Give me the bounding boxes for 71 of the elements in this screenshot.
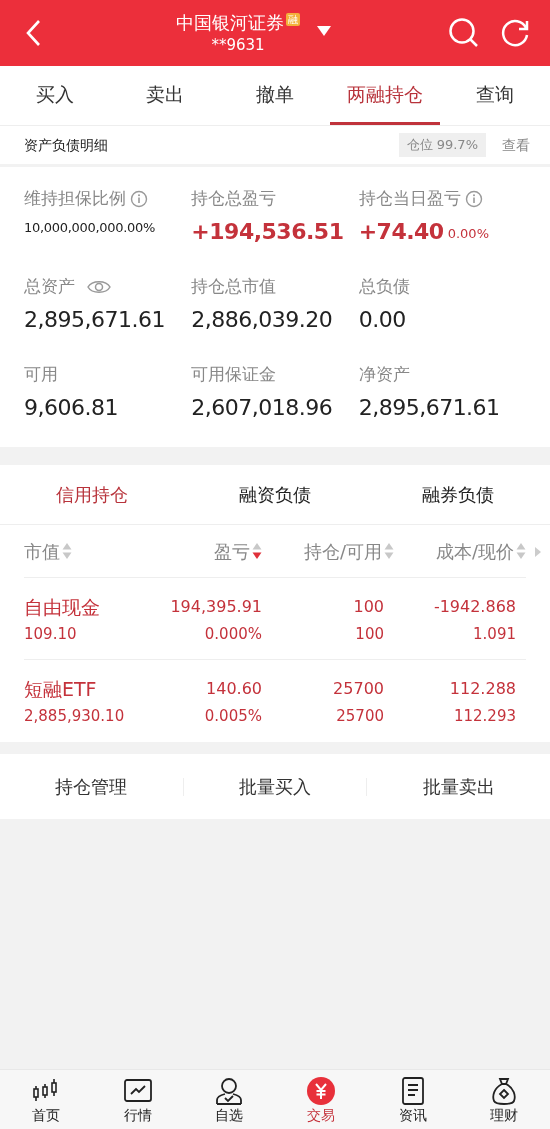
- nav-tab[interactable]: 自选: [183, 1070, 275, 1129]
- table-cell-text: 100: [355, 623, 384, 645]
- table-cell-text: 100: [353, 595, 384, 618]
- nav-tab[interactable]: 首页: [0, 1070, 92, 1129]
- stock-name[interactable]: 自由现金: [24, 591, 144, 622]
- table-cell-text: 112.293: [453, 706, 516, 727]
- metric-value: 9,606.81: [24, 394, 118, 422]
- metric-label: 总负债: [358, 275, 410, 299]
- nav-tab[interactable]: 行情: [91, 1070, 184, 1129]
- table-cell-text: 0.005%: [204, 706, 262, 727]
- position-ratio: 仓位 99.7%: [398, 133, 486, 157]
- stock-name[interactable]: 短融ETF: [24, 674, 144, 704]
- metric-label: 持仓总市值: [191, 275, 277, 299]
- dropdown-icon[interactable]: [316, 25, 332, 37]
- metric-label: 持仓总盈亏: [191, 187, 277, 211]
- table-cell-text: 25700: [333, 678, 384, 700]
- info-icon[interactable]: [130, 190, 148, 208]
- table-cell-text: 194,395.91: [170, 595, 262, 618]
- nav-tab[interactable]: 交易: [275, 1070, 367, 1129]
- tab[interactable]: 查询: [440, 66, 550, 125]
- metric-label: 可用保证金: [191, 363, 277, 387]
- metric-value: 10,000,000,000.00%: [24, 218, 155, 237]
- info-icon[interactable]: [464, 190, 483, 208]
- metric-value: +74.40: [358, 218, 444, 246]
- metric-label: 持仓当日盈亏: [358, 187, 461, 211]
- table-cell-text: 0.000%: [204, 623, 262, 645]
- metric-label: 净资产: [358, 363, 410, 387]
- user-check-icon: [214, 1076, 245, 1106]
- table-cell-text: 25700: [336, 706, 384, 727]
- table-cell-text: 1.091: [473, 623, 516, 645]
- sort-icon[interactable]: [252, 542, 262, 560]
- table-cell-text: 2,885,930.10: [24, 706, 126, 727]
- account-number: **9631: [211, 35, 265, 55]
- tab[interactable]: 融资负债: [183, 465, 367, 524]
- tab[interactable]: 卖出: [110, 66, 220, 125]
- metric-value: 2,607,018.96: [191, 394, 333, 422]
- section-title: 资产负债明细: [24, 135, 109, 155]
- metric-label: 总资产: [24, 275, 75, 299]
- tab[interactable]: 撤单: [220, 66, 330, 125]
- scroll-right-icon[interactable]: [534, 546, 542, 558]
- metric-value: 0.00: [358, 306, 406, 334]
- column-header[interactable]: 成本/现价: [435, 537, 514, 565]
- tab[interactable]: 融券负债: [366, 465, 550, 524]
- column-header[interactable]: 盈亏: [214, 537, 250, 565]
- search-icon[interactable]: [448, 17, 480, 49]
- eye-icon[interactable]: [87, 279, 111, 295]
- broker-title: 中国银河证券: [176, 11, 284, 35]
- table-cell-text: 109.10: [24, 623, 78, 645]
- yuan-icon: [305, 1076, 336, 1106]
- column-header[interactable]: 持仓/可用: [303, 537, 382, 565]
- margin-badge: 融: [286, 12, 300, 26]
- metric-percent: 0.00%: [447, 224, 489, 243]
- metric-label: 维持担保比例: [24, 187, 126, 211]
- action-button[interactable]: 批量卖出: [367, 754, 550, 819]
- table-cell-text: 140.60: [206, 678, 262, 700]
- tab[interactable]: 信用持仓: [0, 465, 184, 524]
- metric-value: 2,895,671.61: [24, 306, 165, 334]
- action-button[interactable]: 持仓管理: [0, 754, 183, 819]
- action-button[interactable]: 批量买入: [183, 754, 367, 819]
- nav-tab[interactable]: 资讯: [366, 1070, 459, 1129]
- table-cell-text: -1942.868: [433, 595, 516, 618]
- metric-value: 2,895,671.61: [358, 394, 500, 422]
- table-cell-text: 112.288: [449, 678, 516, 700]
- metric-value: +194,536.51: [191, 218, 344, 246]
- tab[interactable]: 买入: [0, 66, 110, 125]
- metric-label: 可用: [24, 363, 58, 387]
- view-link[interactable]: 查看: [502, 134, 530, 156]
- metric-value: 2,886,039.20: [191, 306, 333, 334]
- refresh-icon[interactable]: [500, 18, 530, 48]
- column-header[interactable]: 市值: [24, 537, 60, 565]
- nav-tab[interactable]: 理财: [458, 1070, 550, 1129]
